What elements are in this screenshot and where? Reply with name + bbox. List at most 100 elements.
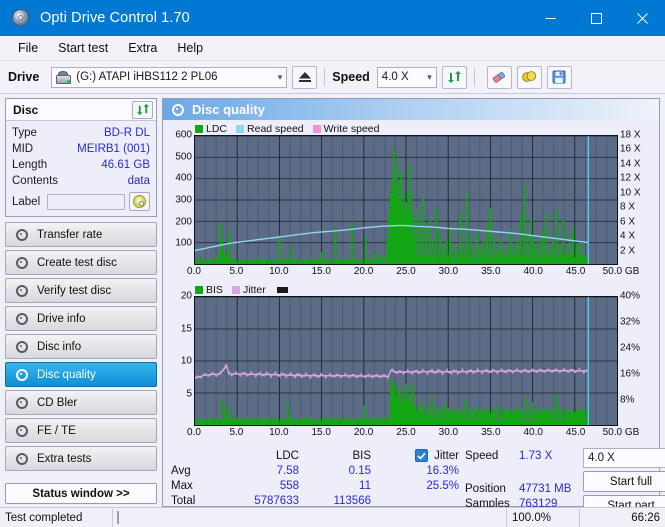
content-panel: Disc quality LDC Read speed Write speed … [162, 98, 665, 516]
bottom-chart-block: BIS Jitter 20 15 10 5 40% 32% 24% 16% 8%… [167, 283, 655, 444]
disc-label-input[interactable] [47, 193, 126, 210]
sidebar-item-drive-info[interactable]: Drive info [5, 306, 157, 331]
sidebar-label: Verify test disc [37, 284, 112, 297]
stats-right: Speed 1.73 X Position 47731 MB Samples 7… [459, 448, 665, 516]
maximize-icon[interactable] [573, 0, 619, 36]
stats-max-jitter: 25.5% [426, 479, 459, 492]
disc-icon [14, 227, 29, 242]
disc-mid-label: MID [12, 143, 34, 155]
refresh-icon [447, 71, 461, 83]
menu-start-test[interactable]: Start test [49, 38, 117, 58]
legend-swatch-bis [195, 285, 203, 294]
stats-total-ldc: 5787633 [254, 494, 299, 507]
eject-button[interactable] [292, 65, 318, 89]
x-tick-label: 35.0 [481, 266, 501, 277]
y2-tick-label: 18 X [620, 129, 641, 141]
window-title: Opti Drive Control 1.70 [40, 10, 190, 26]
left-panel: Disc Type BD-R DL MID MEIRB1 (001) Lengt… [5, 98, 157, 507]
refresh-button[interactable] [441, 65, 467, 89]
top-chart-y-axis: 600 500 400 300 200 100 [167, 130, 192, 265]
sidebar-label: Create test disc [37, 256, 117, 269]
stats-speed-row: Speed 1.73 X [465, 448, 583, 463]
sidebar-item-disc-info[interactable]: Disc info [5, 334, 157, 359]
stats-header-ldc: LDC [275, 449, 299, 462]
legend-swatch-ldc [195, 124, 203, 133]
save-button[interactable] [546, 65, 572, 89]
stats-position-row: Position 47731 MB [465, 481, 583, 496]
y2-tick-label: 8% [620, 394, 635, 406]
stats-table: LDC BIS Jitter Avg 7.58 0.15 16.3% Max 5… [171, 448, 459, 516]
cd-icon [133, 195, 147, 208]
x-tick-label: 25.0 [396, 427, 416, 438]
sidebar-item-verify-test-disc[interactable]: Verify test disc [5, 278, 157, 303]
stats-avg-bis: 0.15 [348, 464, 371, 477]
disc-label-cd-button[interactable] [129, 192, 150, 211]
sidebar-item-fe-te[interactable]: FE / TE [5, 418, 157, 443]
toolbar: Drive (G:) ATAPI iHBS112 2 PL06 ▾ Speed … [0, 61, 665, 94]
top-chart-plot[interactable] [194, 135, 618, 265]
drive-select[interactable]: (G:) ATAPI iHBS112 2 PL06 ▾ [51, 66, 288, 88]
menu-file[interactable]: File [9, 38, 47, 58]
test-speed-select[interactable]: 4.0 X ▾ [583, 448, 665, 468]
disc-group-title: Disc [13, 102, 39, 117]
speed-stat-label: Speed [465, 449, 499, 462]
stats-row-max: Max 558 11 25.5% [171, 478, 459, 493]
top-chart-x-axis: 0.0 5.0 10.0 15.0 20.0 25.0 30.0 35.0 40.0 45.0 50… [187, 266, 655, 280]
sidebar-label: Disc quality [37, 368, 96, 381]
minimize-icon[interactable] [527, 0, 573, 36]
sidebar-item-create-test-disc[interactable]: Create test disc [5, 250, 157, 275]
sidebar-item-extra-tests[interactable]: Extra tests [5, 446, 157, 471]
sidebar-item-cd-bler[interactable]: CD Bler [5, 390, 157, 415]
legend-label-ldc: LDC [206, 122, 228, 135]
jitter-checkbox[interactable] [415, 449, 429, 462]
legend-swatch-read-speed [236, 124, 245, 133]
y-tick-label: 300 [175, 194, 192, 206]
chevron-down-icon: ▾ [661, 453, 665, 464]
bottom-chart-plot[interactable] [194, 296, 618, 426]
x-tick-label: 30.0 [438, 427, 459, 438]
y-tick-label: 15 [180, 323, 192, 334]
save-icon [552, 70, 566, 84]
sidebar-label: Drive info [37, 312, 86, 325]
check-icon [417, 452, 426, 460]
drive-select-value: (G:) ATAPI iHBS112 2 PL06 [76, 71, 218, 83]
stats-total-bis: 113566 [333, 494, 371, 507]
disc-refresh-button[interactable] [132, 100, 153, 119]
sidebar-item-transfer-rate[interactable]: Transfer rate [5, 222, 157, 247]
charts-area: LDC Read speed Write speed 600 500 400 300 2… [163, 120, 659, 444]
app-window: Opti Drive Control 1.70 File Start test … [0, 0, 665, 527]
speed-select-value: 4.0 X [381, 71, 409, 83]
y-tick-label: 100 [175, 237, 192, 249]
disc-icon [170, 102, 185, 117]
bottom-plot-wrap: 20 15 10 5 40% 32% 24% 16% 8% 0.0 5.0 10.0 15.0 20.… [167, 291, 655, 444]
top-chart-y2-axis: 18 X 16 X 14 X 12 X 10 X 8 X 6 X 4 X 2 X [620, 130, 655, 265]
menu-help[interactable]: Help [168, 38, 212, 58]
eraser-icon [493, 71, 506, 83]
erase-button[interactable] [486, 65, 512, 89]
disc-contents-value: data [127, 175, 150, 187]
x-tick-label: 40.0 [523, 266, 543, 277]
disc-row-type: Type BD-R DL [12, 125, 150, 141]
disc-info-rows: Type BD-R DL MID MEIRB1 (001) Length 46.… [6, 121, 156, 216]
stats-row-label: Total [171, 494, 196, 507]
start-full-button[interactable]: Start full [583, 471, 665, 492]
legend-label-read-speed: Read speed [247, 122, 304, 135]
sidebar-label: Disc info [37, 340, 82, 353]
coins-icon [522, 71, 537, 82]
coins-button[interactable] [516, 65, 542, 89]
legend-jitter: Jitter [231, 284, 266, 296]
y2-tick-label: 6 X [620, 216, 636, 228]
status-window-button[interactable]: Status window >> [5, 483, 157, 504]
close-icon[interactable] [619, 0, 665, 36]
disc-icon [14, 395, 29, 410]
y2-tick-label: 8 X [620, 201, 636, 213]
top-chart-legend: LDC Read speed Write speed [167, 122, 655, 135]
menu-extra[interactable]: Extra [119, 38, 166, 58]
legend-write-speed: Write speed [312, 123, 380, 135]
stats-right-values: Speed 1.73 X Position 47731 MB Samples 7… [465, 448, 583, 516]
legend-marker-box [276, 286, 288, 293]
sidebar-item-disc-quality[interactable]: Disc quality [5, 362, 157, 387]
speed-stat-value: 1.73 X [519, 449, 553, 462]
speed-select[interactable]: 4.0 X ▾ [376, 66, 437, 88]
x-tick-label: 0.0 [187, 427, 201, 438]
